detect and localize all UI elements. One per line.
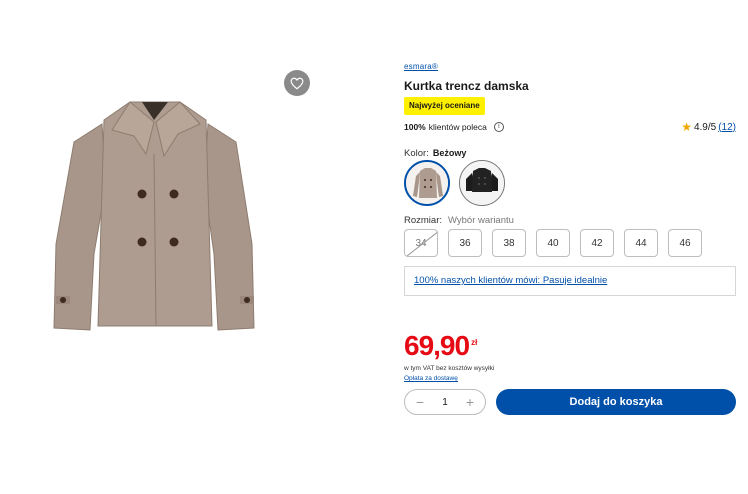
favorite-button[interactable] <box>284 70 310 96</box>
size-option-36[interactable]: 36 <box>448 229 482 257</box>
recommendation-line: 100% klientów poleca i <box>404 122 504 132</box>
minus-icon[interactable]: − <box>413 395 427 409</box>
brand-link[interactable]: esmara® <box>404 62 438 71</box>
color-swatch-black[interactable] <box>459 160 505 206</box>
price-value: 69,90 <box>404 330 470 361</box>
product-image-area <box>36 66 316 356</box>
top-rated-badge: Najwyżej oceniane <box>404 97 485 115</box>
size-option-46[interactable]: 46 <box>668 229 702 257</box>
product-image[interactable] <box>50 94 260 334</box>
size-label: Rozmiar: Wybór wariantu <box>404 215 514 226</box>
recommend-text: klientów poleca <box>428 122 487 132</box>
delivery-fee-link[interactable]: Opłata za dostawę <box>404 375 458 382</box>
info-icon[interactable]: i <box>493 122 504 132</box>
heart-icon <box>290 77 304 89</box>
product-title: Kurtka trencz damska <box>404 79 529 93</box>
quantity-stepper: − 1 + <box>404 389 486 415</box>
plus-icon[interactable]: + <box>463 395 477 409</box>
quantity-value[interactable]: 1 <box>442 397 448 408</box>
selected-color: Beżowy <box>432 148 467 158</box>
size-option-44[interactable]: 44 <box>624 229 658 257</box>
size-label-text: Rozmiar: <box>404 215 443 226</box>
size-option-38[interactable]: 38 <box>492 229 526 257</box>
size-option-42[interactable]: 42 <box>580 229 614 257</box>
price-currency: zł <box>471 338 478 347</box>
vat-note: w tym VAT bez kosztów wysyłki <box>404 365 495 372</box>
size-option-34[interactable]: 34 <box>404 229 438 257</box>
rating-value: 4.9/5 <box>693 121 717 133</box>
color-label-text: Kolor: <box>404 148 429 159</box>
rating: ★ 4.9/5 (12) <box>681 121 736 133</box>
rating-count-link[interactable]: (12) <box>718 122 736 133</box>
fit-feedback-link[interactable]: 100% naszych klientów mówi: Pasuje ideal… <box>404 266 736 296</box>
size-option-40[interactable]: 40 <box>536 229 570 257</box>
product-details: esmara® Kurtka trencz damska Najwyżej oc… <box>404 0 740 494</box>
price: 69,90 zł <box>404 330 477 362</box>
color-swatch-beige[interactable] <box>404 160 450 206</box>
size-hint: Wybór wariantu <box>448 215 514 226</box>
recommend-percent: 100% <box>404 122 426 132</box>
add-to-cart-button[interactable]: Dodaj do koszyka <box>496 389 736 415</box>
color-label: Kolor: Beżowy <box>404 148 466 159</box>
star-icon: ★ <box>681 120 692 134</box>
